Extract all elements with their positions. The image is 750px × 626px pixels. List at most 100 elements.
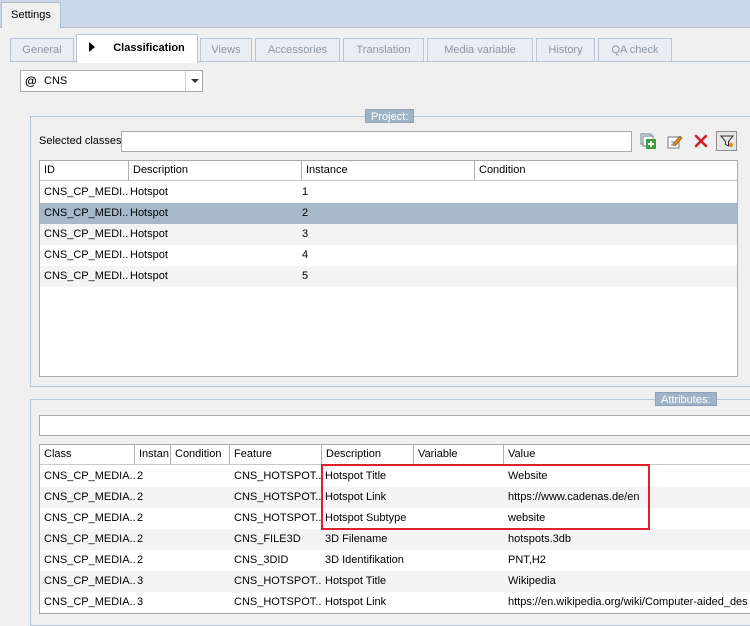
cell-id: CNS_CP_MEDI... <box>44 228 129 240</box>
column-header-id[interactable]: ID <box>40 161 129 181</box>
cell-feature: CNS_FILE3D <box>234 533 301 545</box>
table-row[interactable]: CNS_CP_MEDIA... 2 CNS_FILE3D 3D Filename… <box>40 529 750 550</box>
settings-tabs: General Classification Views Accessories… <box>10 34 750 63</box>
filter-icon[interactable] <box>716 131 737 151</box>
project-group-title: Project: <box>365 109 415 123</box>
cell-value: Wikipedia <box>508 575 556 587</box>
table-row[interactable]: CNS_CP_MEDI... Hotspot 3 <box>40 224 737 245</box>
cell-class: CNS_CP_MEDIA... <box>44 554 135 566</box>
project-classes-table[interactable]: ID Description Instance Condition CNS_CP… <box>39 160 738 377</box>
column-header-feature[interactable]: Feature <box>230 445 322 465</box>
column-header-description[interactable]: Description <box>129 161 302 181</box>
cell-description: Hotspot <box>130 228 168 240</box>
tab-general[interactable]: General <box>10 38 74 62</box>
table-row[interactable]: CNS_CP_MEDIA... 2 CNS_HOTSPOT... Hotspot… <box>40 487 750 508</box>
column-header-instance[interactable]: Instance <box>302 161 475 181</box>
dropdown-value: CNS <box>44 75 68 87</box>
tab-qa-check[interactable]: QA check <box>598 38 672 62</box>
table-row[interactable]: CNS_CP_MEDIA... 2 CNS_HOTSPOT... Hotspot… <box>40 466 750 487</box>
cell-instance: 2 <box>137 470 144 482</box>
tab-accessories[interactable]: Accessories <box>255 38 340 62</box>
cell-variable <box>414 487 504 508</box>
cell-condition <box>171 487 230 508</box>
table-row[interactable]: CNS_CP_MEDIA... 2 CNS_3DID 3D Identifika… <box>40 550 750 571</box>
table-row-selected[interactable]: CNS_CP_MEDI... Hotspot 2 <box>40 203 737 224</box>
cell-id: CNS_CP_MEDI... <box>44 270 129 282</box>
cell-feature: CNS_HOTSPOT... <box>234 596 322 608</box>
cell-id: CNS_CP_MEDI... <box>44 186 129 198</box>
cell-description: 3D Filename <box>325 533 388 545</box>
attributes-filter-input[interactable] <box>39 415 750 436</box>
cell-feature: CNS_HOTSPOT... <box>234 512 322 524</box>
cell-condition <box>475 203 675 224</box>
cell-condition <box>475 266 675 287</box>
cell-instance: 2 <box>137 533 144 545</box>
column-header-instance[interactable]: Instan <box>135 445 171 465</box>
cell-class: CNS_CP_MEDIA... <box>44 512 135 524</box>
cell-description: 3D Identifikation <box>325 554 404 566</box>
cell-class: CNS_CP_MEDIA... <box>44 575 135 587</box>
cell-variable <box>414 466 504 487</box>
attributes-table[interactable]: Class Instan Condition Feature Descripti… <box>39 444 750 614</box>
delete-icon[interactable] <box>692 132 710 150</box>
tab-classification[interactable]: Classification <box>76 34 198 63</box>
classification-system-dropdown[interactable]: @ CNS <box>20 70 203 92</box>
cell-class: CNS_CP_MEDIA... <box>44 596 135 608</box>
cell-instance: 4 <box>302 249 309 261</box>
cell-condition <box>171 508 230 529</box>
cell-description: Hotspot Link <box>325 596 387 608</box>
column-header-condition[interactable]: Condition <box>171 445 230 465</box>
cell-instance: 3 <box>137 596 144 608</box>
tab-classification-label: Classification <box>113 42 185 54</box>
cell-variable <box>414 571 504 592</box>
window-tabbar: Settings <box>0 0 750 28</box>
cell-class: CNS_CP_MEDIA... <box>44 470 135 482</box>
selected-classes-label: Selected classes <box>39 135 122 147</box>
cell-feature: CNS_HOTSPOT... <box>234 491 322 503</box>
cell-condition <box>171 466 230 487</box>
table-row[interactable]: CNS_CP_MEDI... Hotspot 5 <box>40 266 737 287</box>
tab-history[interactable]: History <box>536 38 595 62</box>
cell-variable <box>414 529 504 550</box>
table-row[interactable]: CNS_CP_MEDIA... 3 CNS_HOTSPOT... Hotspot… <box>40 592 750 613</box>
cell-variable <box>414 550 504 571</box>
cell-condition <box>475 245 675 266</box>
cell-feature: CNS_3DID <box>234 554 289 566</box>
cell-description: Hotspot <box>130 270 168 282</box>
cell-value: website <box>508 512 546 524</box>
column-header-variable[interactable]: Variable <box>414 445 504 465</box>
edit-icon[interactable] <box>666 132 684 150</box>
window-tab-settings[interactable]: Settings <box>1 2 61 28</box>
cell-condition <box>475 182 675 203</box>
cell-feature: CNS_HOTSPOT... <box>234 470 322 482</box>
cell-description: Hotspot <box>130 207 168 219</box>
cell-description: Hotspot Title <box>325 575 387 587</box>
add-class-icon[interactable] <box>639 132 657 150</box>
cell-condition <box>171 529 230 550</box>
column-header-value[interactable]: Value <box>504 445 750 465</box>
cell-variable <box>414 508 504 529</box>
table-row[interactable]: CNS_CP_MEDIA... 3 CNS_HOTSPOT... Hotspot… <box>40 571 750 592</box>
chevron-down-icon[interactable] <box>185 71 202 91</box>
selected-classes-input[interactable] <box>121 131 632 152</box>
cell-instance: 2 <box>137 512 144 524</box>
cell-value: hotspots.3db <box>508 533 571 545</box>
cell-condition <box>475 224 675 245</box>
cell-description: Hotspot Link <box>325 491 387 503</box>
column-header-class[interactable]: Class <box>40 445 135 465</box>
table-row[interactable]: CNS_CP_MEDIA... 2 CNS_HOTSPOT... Hotspot… <box>40 508 750 529</box>
table-row[interactable]: CNS_CP_MEDI... Hotspot 4 <box>40 245 737 266</box>
tab-translation[interactable]: Translation <box>343 38 424 62</box>
table-row[interactable]: CNS_CP_MEDI... Hotspot 1 <box>40 182 737 203</box>
cell-instance: 2 <box>137 491 144 503</box>
cell-condition <box>171 550 230 571</box>
column-header-condition[interactable]: Condition <box>475 161 737 181</box>
cell-description: Hotspot Subtype <box>325 512 407 524</box>
attributes-group-title: Attributes: <box>655 392 717 406</box>
column-header-description[interactable]: Description <box>322 445 414 465</box>
tab-media-variable[interactable]: Media variable <box>427 38 533 62</box>
at-icon: @ <box>25 74 37 88</box>
table-header: Class Instan Condition Feature Descripti… <box>40 445 750 465</box>
tab-views[interactable]: Views <box>200 38 252 62</box>
cell-value: https://en.wikipedia.org/wiki/Computer-a… <box>508 596 748 608</box>
